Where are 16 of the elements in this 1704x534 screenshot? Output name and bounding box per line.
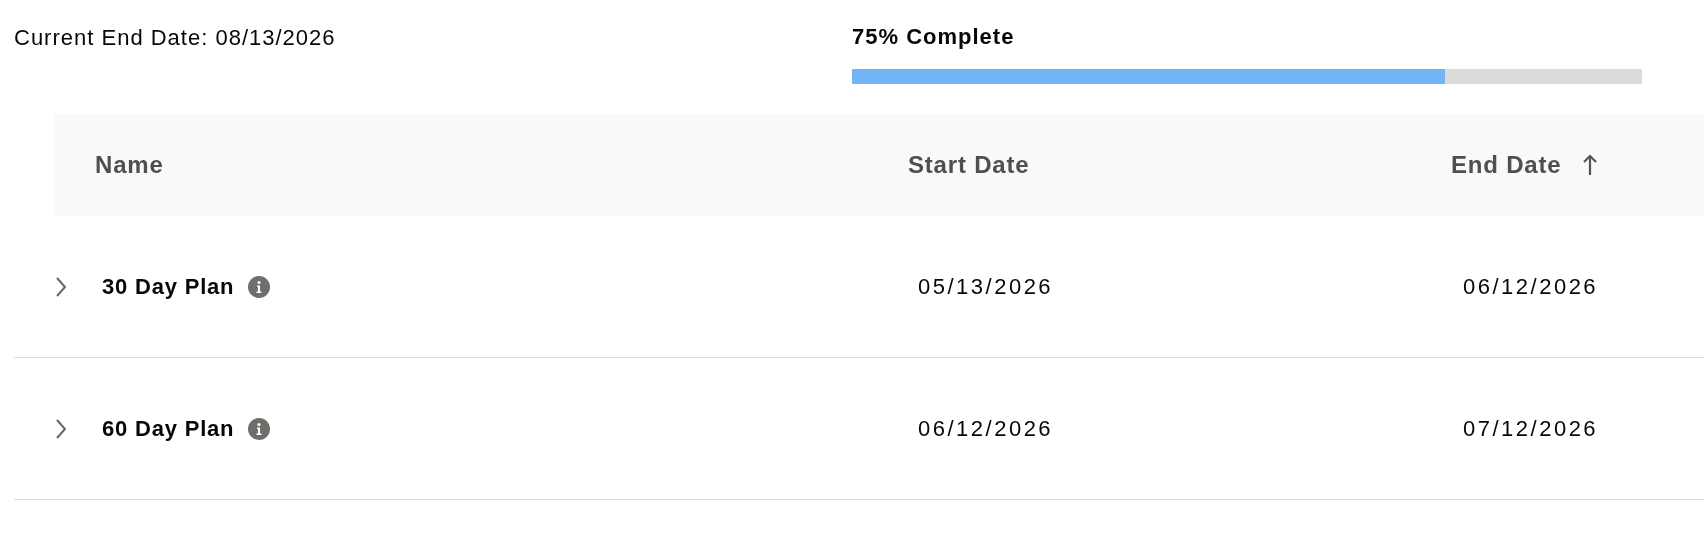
chevron-icon[interactable] [54, 275, 68, 298]
current-end-date: Current End Date: 08/13/2026 [14, 25, 337, 52]
plan-name[interactable]: 30 Day Plan [102, 273, 235, 300]
chevron-icon[interactable] [54, 417, 68, 440]
table-cell-text: 06/12/2026 [1463, 273, 1600, 300]
info-icon[interactable] [248, 275, 271, 298]
column-header[interactable]: Name [95, 151, 164, 179]
table-cell-text: 07/12/2026 [1463, 415, 1600, 442]
column-header[interactable]: End Date [1451, 151, 1562, 179]
info-icon[interactable] [248, 417, 271, 440]
progress-label: 75% Complete [852, 24, 1016, 50]
table-cell-text: 06/12/2026 [917, 415, 1055, 442]
column-header[interactable]: Start Date [908, 151, 1030, 179]
sort-ascending-icon[interactable] [1583, 154, 1598, 176]
table-cell-text: 05/13/2026 [917, 273, 1055, 300]
plan-name[interactable]: 60 Day Plan [102, 415, 235, 442]
